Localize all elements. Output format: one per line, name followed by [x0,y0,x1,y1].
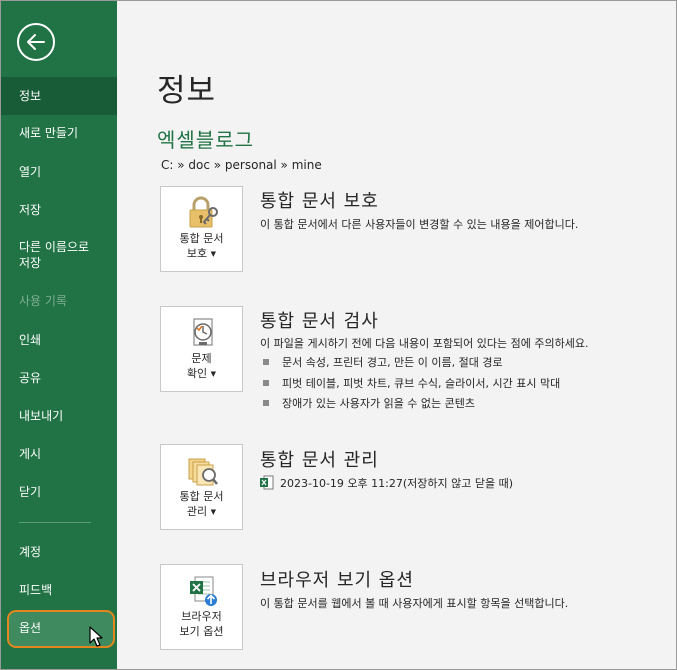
browser-view-options-button[interactable]: 브라우저 보기 옵션 [160,564,243,650]
check-issues-button[interactable]: 문제 확인 ▼ [160,306,243,392]
protect-desc: 이 통합 문서에서 다른 사용자들이 변경할 수 있는 내용을 제어합니다. [260,218,579,231]
protect-label-line1: 통합 문서 [179,232,224,245]
nav-divider [19,522,91,523]
mouse-cursor-icon [89,626,103,647]
version-entry[interactable]: 2023-10-19 오후 11:27(저장하지 않고 닫을 때) [260,475,513,491]
browser-view-icon [190,576,217,606]
nav-item-publish[interactable]: 게시 [1,435,117,473]
nav-item-export[interactable]: 내보내기 [1,397,117,435]
browser-view-desc: 이 통합 문서를 웹에서 볼 때 사용자에게 표시할 항목을 선택합니다. [260,597,569,610]
manage-label-line1: 통합 문서 [179,490,224,503]
excel-file-icon [260,475,274,490]
inspect-bullet-1: 문서 속성, 프린터 경고, 만든 이 이름, 절대 경로 [263,354,503,370]
nav-item-history: 사용 기록 [19,294,67,308]
inspect-desc: 이 파일을 게시하기 전에 다음 내용이 포함되어 있다는 점에 주의하세요. [260,337,589,350]
protect-label-line2: 보호 ▼ [186,247,217,260]
back-arrow-icon [27,34,45,50]
browser-view-label-line1: 브라우저 [181,610,222,623]
inspect-document-icon [193,318,213,346]
nav-item-feedback[interactable]: 피드백 [1,571,117,609]
manage-label-line2: 관리 ▼ [186,505,217,518]
browser-view-title: 브라우저 보기 옵션 [260,570,414,591]
check-issues-label-line1: 문제 [191,352,212,365]
protect-title: 통합 문서 보호 [260,191,379,212]
inspect-bullet-3: 장애가 있는 사용자가 읽을 수 없는 콘텐츠 [263,395,475,411]
nav-item-open[interactable]: 열기 [1,153,117,191]
backstage-sidebar: 정보 새로 만들기 열기 저장 다른 이름으로 저장 사용 기록 인쇄 공유 내… [1,1,117,669]
inspect-bullet-2: 피벗 테이블, 피벗 차트, 큐브 수식, 슬라이서, 시간 표시 막대 [263,375,560,391]
lock-key-icon [189,196,218,228]
check-issues-label-line2: 확인 ▼ [186,367,217,380]
nav-item-close[interactable]: 닫기 [1,473,117,511]
protect-workbook-button[interactable]: 통합 문서 보호 ▼ [160,186,243,272]
manage-workbook-icon [188,458,218,486]
nav-item-save-as[interactable]: 다른 이름으로 저장 [1,235,117,277]
document-name: 엑셀블로그 [157,128,254,152]
document-path: C: » doc » personal » mine [161,158,322,172]
nav-item-save[interactable]: 저장 [1,191,117,229]
inspect-title: 통합 문서 검사 [260,311,379,332]
nav-item-new[interactable]: 새로 만들기 [1,114,117,152]
manage-workbook-button[interactable]: 통합 문서 관리 ▼ [160,444,243,530]
page-title: 정보 [157,73,217,109]
nav-item-print[interactable]: 인쇄 [1,321,117,359]
info-panel: 정보 엑셀블로그 C: » doc » personal » mine 통합 문… [117,1,676,669]
nav-item-info[interactable]: 정보 [1,77,117,115]
nav-item-account[interactable]: 계정 [1,533,117,571]
browser-view-label-line2: 보기 옵션 [179,625,224,638]
manage-title: 통합 문서 관리 [260,450,379,471]
backstage-window: 정보 새로 만들기 열기 저장 다른 이름으로 저장 사용 기록 인쇄 공유 내… [0,0,677,670]
nav-item-share[interactable]: 공유 [1,359,117,397]
back-button[interactable] [17,23,55,61]
